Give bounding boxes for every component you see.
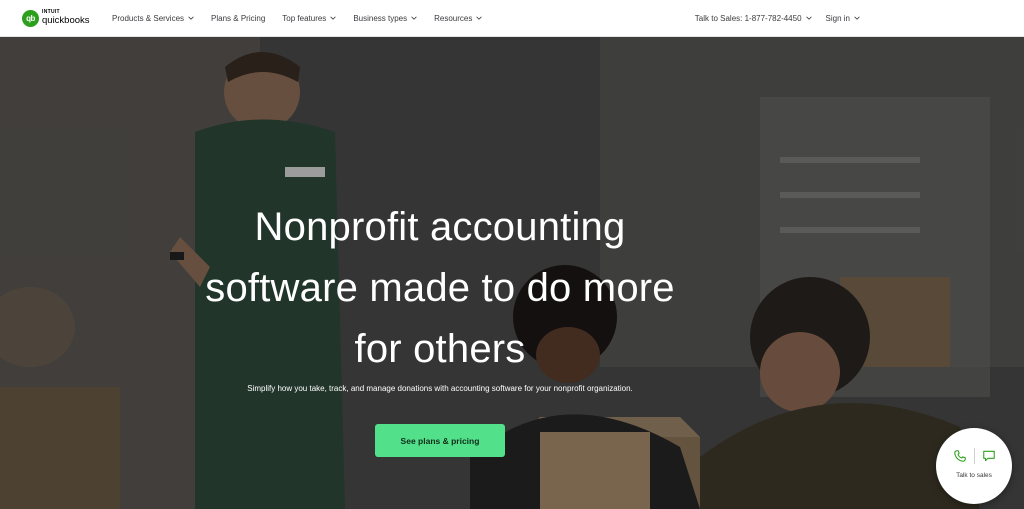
sign-in-label: Sign in <box>825 13 850 23</box>
chat-label: Talk to sales <box>956 471 992 479</box>
header-right: Talk to Sales: 1-877-782-4450 Sign in <box>681 14 860 23</box>
headline-line-1: Nonprofit accounting <box>254 205 626 249</box>
chat-bubble-icon[interactable] <box>982 449 996 463</box>
chevron-down-icon <box>476 16 483 20</box>
chevron-down-icon <box>411 16 417 20</box>
nav-label: Plans & Pricing <box>211 13 266 23</box>
nav-label: Top features <box>282 13 327 23</box>
nav-label: Business types <box>353 13 408 23</box>
nav-resources[interactable]: Resources <box>434 13 483 23</box>
quickbooks-logo[interactable]: qb INTUIT quickbooks <box>22 9 106 27</box>
headline-line-2: software made to do more <box>205 266 675 310</box>
hero-subtitle: Simplify how you take, track, and manage… <box>247 384 633 393</box>
chevron-down-icon <box>330 16 336 20</box>
main-nav: Products & Services Plans & Pricing Top … <box>112 14 499 23</box>
sign-in-dropdown[interactable]: Sign in <box>826 14 860 23</box>
nav-label: Resources <box>434 13 473 23</box>
qb-logo-icon: qb <box>22 9 39 27</box>
logo-name: quickbooks <box>42 15 90 27</box>
chat-divider <box>973 447 975 464</box>
top-navigation-bar: qb INTUIT quickbooks Products & Services… <box>0 0 1024 37</box>
chat-icons <box>946 447 1003 464</box>
nav-top-features[interactable]: Top features <box>282 14 336 23</box>
headline-line-3: for others <box>354 327 526 371</box>
logo-wordmark: INTUIT quickbooks <box>42 10 90 26</box>
see-plans-pricing-button[interactable]: See plans & pricing <box>375 424 505 457</box>
hero-section: Nonprofit accounting software made to do… <box>0 37 1024 509</box>
talk-to-sales-dropdown[interactable]: Talk to Sales: 1-877-782-4450 <box>695 14 812 23</box>
chevron-down-icon <box>805 16 812 20</box>
phone-icon[interactable] <box>953 449 967 463</box>
talk-to-sales-widget[interactable]: Talk to sales <box>936 428 1012 504</box>
nav-plans-pricing[interactable]: Plans & Pricing <box>211 14 265 23</box>
chevron-down-icon <box>188 16 194 20</box>
nav-label: Products & Services <box>112 13 185 23</box>
chevron-down-icon <box>854 16 860 20</box>
sales-phone: Talk to Sales: 1-877-782-4450 <box>694 13 802 23</box>
nav-business-types[interactable]: Business types <box>353 14 417 23</box>
nav-products-services[interactable]: Products & Services <box>112 14 194 23</box>
hero-headline: Nonprofit accounting software made to do… <box>140 197 740 380</box>
